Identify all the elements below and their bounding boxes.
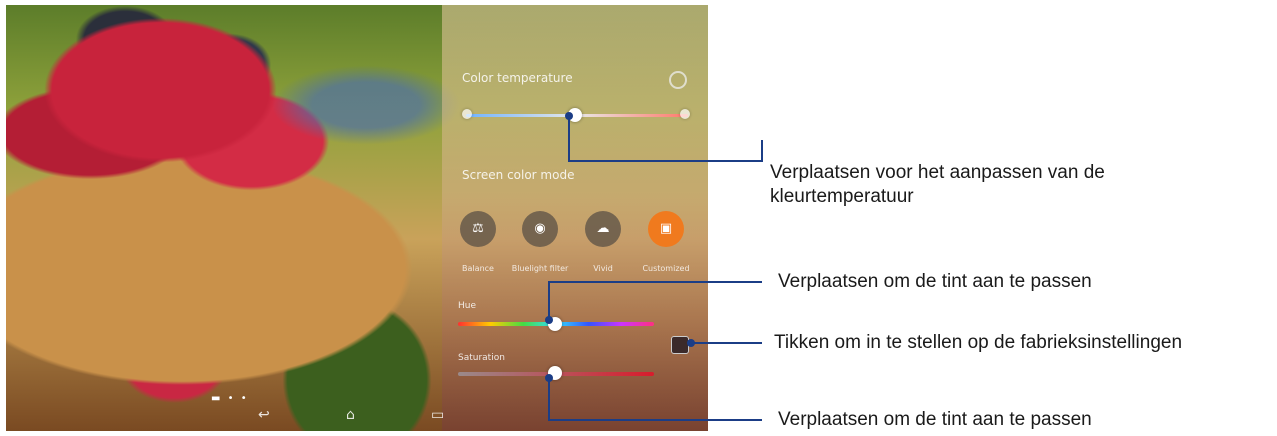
callout-temperature: Verplaatsen voor het aanpassen van de kl…	[770, 162, 1105, 207]
callout-lines	[545, 112, 763, 421]
temperature-callout-line	[568, 116, 763, 162]
callout-hue: Verplaatsen om de tint aan te passen	[778, 271, 1092, 292]
hue-callout-dot	[545, 316, 553, 324]
hue-callout-line	[548, 281, 762, 320]
callout-reset: Tikken om in te stellen op de fabrieksin…	[774, 332, 1183, 353]
saturation-callout-dot	[545, 374, 553, 382]
callout-saturation: Verplaatsen om de tint aan te passen	[778, 409, 1092, 430]
saturation-callout-line	[548, 378, 762, 421]
temperature-callout-dot	[565, 112, 573, 120]
reset-callout-dot	[687, 339, 695, 347]
